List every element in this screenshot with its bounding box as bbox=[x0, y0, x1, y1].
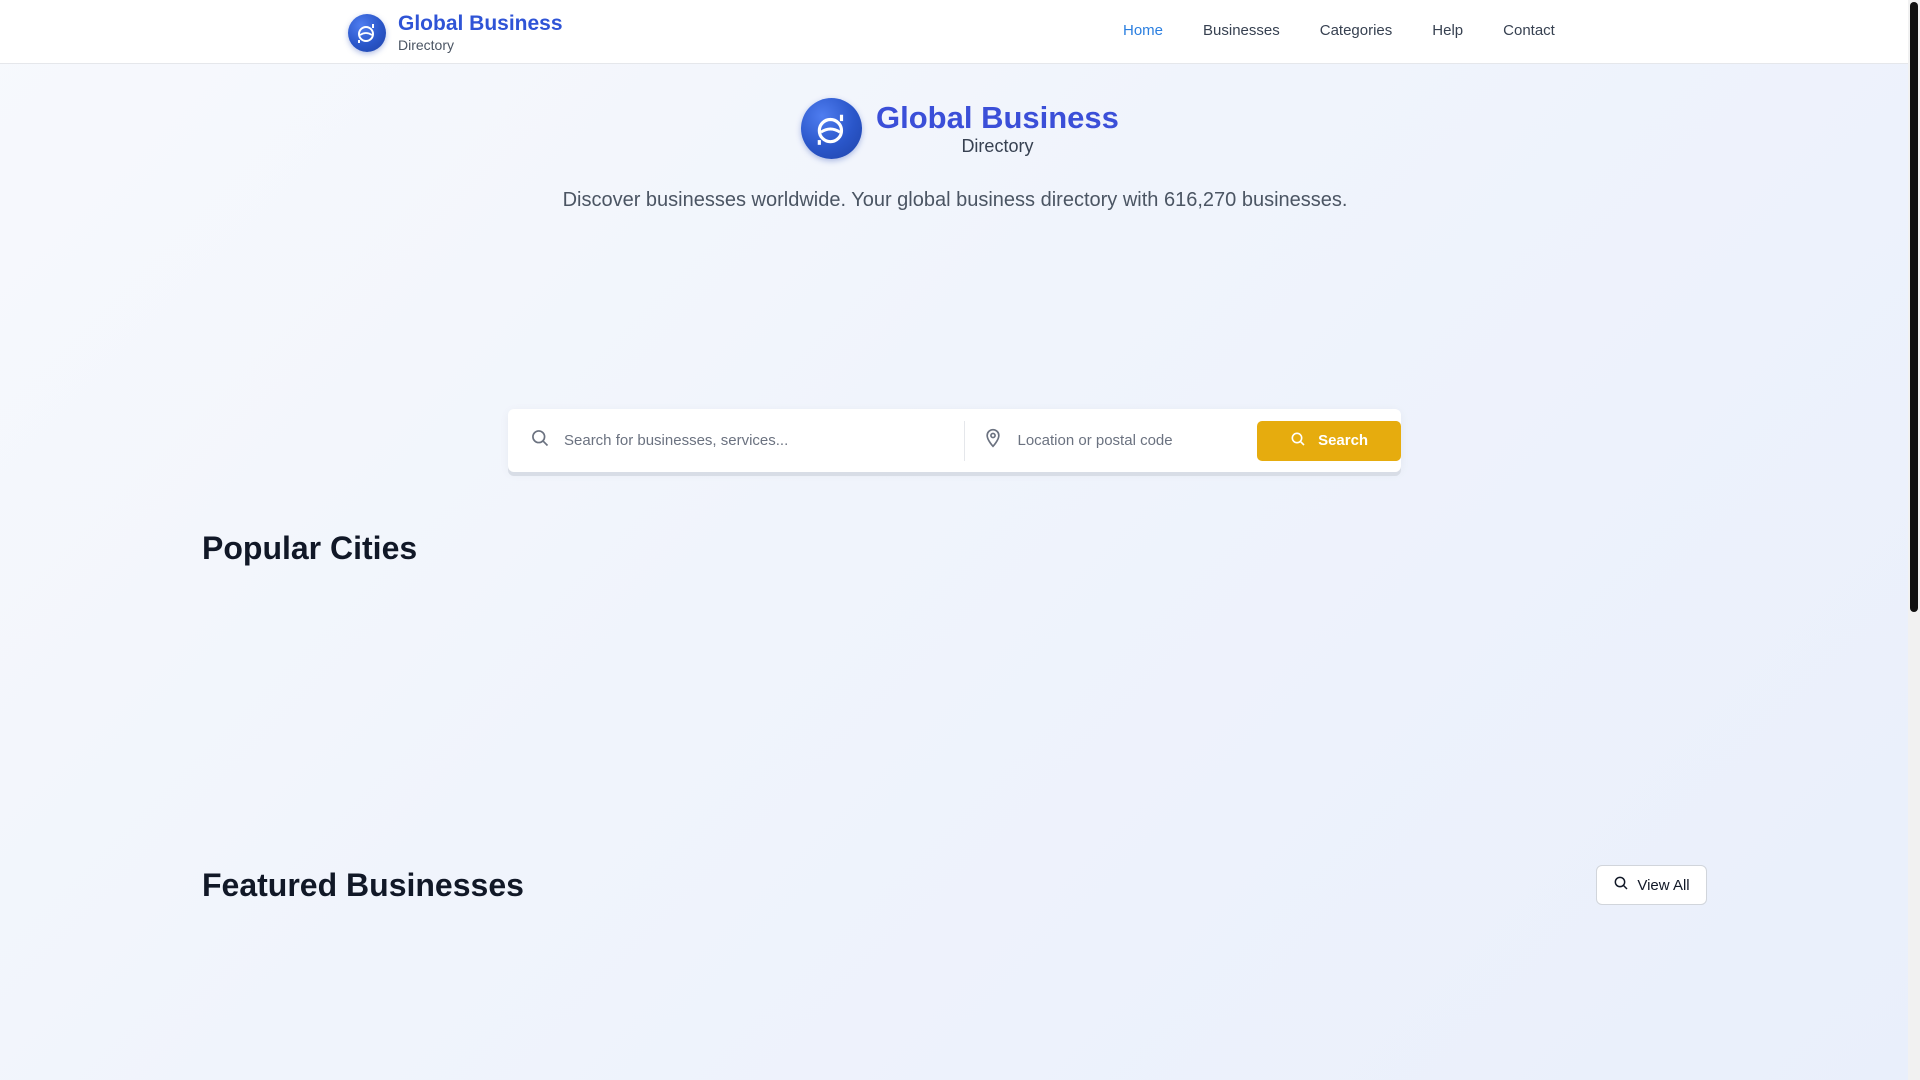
main-nav: Home Businesses Categories Help Contact bbox=[1123, 22, 1595, 39]
hero-title: Global Business bbox=[876, 99, 1119, 135]
nav-categories[interactable]: Categories bbox=[1320, 22, 1393, 39]
hero-brand-text: Global Business Directory bbox=[876, 99, 1119, 157]
nav-home[interactable]: Home bbox=[1123, 22, 1163, 39]
search-input[interactable] bbox=[564, 432, 944, 449]
location-input[interactable] bbox=[1017, 432, 1248, 449]
search-icon bbox=[1613, 875, 1629, 895]
search-icon bbox=[530, 428, 550, 453]
search-button[interactable]: Search bbox=[1257, 420, 1401, 461]
brand-text: Global Business Directory bbox=[398, 12, 563, 53]
featured-businesses-heading: Featured Businesses bbox=[202, 867, 524, 903]
view-all-button[interactable]: View All bbox=[1596, 865, 1707, 905]
globe-logo-icon bbox=[801, 98, 862, 159]
search-query-field bbox=[508, 420, 966, 461]
view-all-label: View All bbox=[1637, 876, 1690, 894]
map-pin-icon bbox=[983, 428, 1003, 453]
search-button-label: Search bbox=[1318, 432, 1369, 449]
nav-help[interactable]: Help bbox=[1432, 22, 1463, 39]
popular-cities-heading: Popular Cities bbox=[202, 530, 418, 566]
search-bar: Search bbox=[508, 409, 1401, 472]
brand-subtitle: Directory bbox=[398, 37, 455, 54]
scrollbar-thumb[interactable] bbox=[1910, 2, 1918, 612]
scrollbar-track[interactable] bbox=[1908, 0, 1920, 1080]
brand-logo-link[interactable]: Global Business Directory bbox=[348, 12, 563, 53]
search-icon bbox=[1290, 431, 1306, 451]
hero-tagline: Discover businesses worldwide. Your glob… bbox=[562, 189, 1348, 211]
hero-subtitle: Directory bbox=[961, 135, 1034, 156]
nav-businesses[interactable]: Businesses bbox=[1203, 22, 1280, 39]
brand-title: Global Business bbox=[398, 12, 563, 35]
top-navbar: Global Business Directory Home Businesse… bbox=[0, 0, 1908, 64]
nav-contact[interactable]: Contact bbox=[1503, 22, 1555, 39]
globe-logo-icon bbox=[348, 13, 386, 52]
hero-brand: Global Business Directory bbox=[801, 98, 1119, 159]
search-location-field bbox=[965, 421, 1249, 461]
